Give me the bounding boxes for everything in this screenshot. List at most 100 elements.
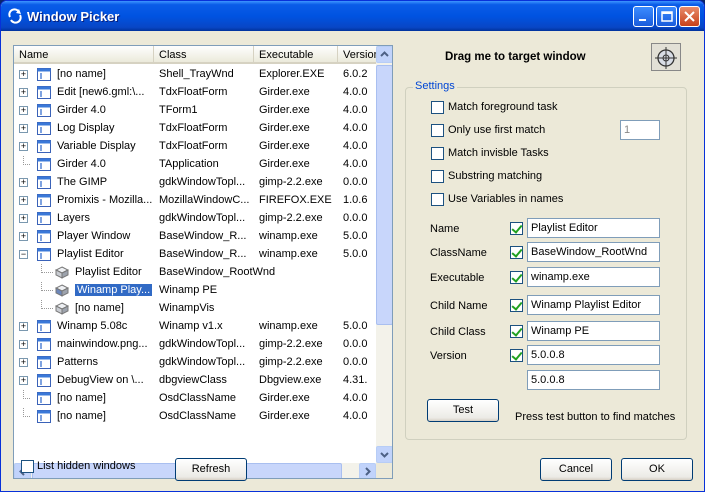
- name-input[interactable]: Playlist Editor: [527, 218, 660, 238]
- list-item[interactable]: + Variable Display TdxFloatForm Girder.exe 4…: [14, 138, 376, 156]
- list-item[interactable]: + Player Window BaseWindow_R... winamp.exe 5…: [14, 228, 376, 246]
- scroll-down-button[interactable]: [376, 446, 392, 463]
- classname-field-label: ClassName: [430, 247, 487, 259]
- list-item[interactable]: Girder 4.0 TApplication Girder.exe 4.0.0: [14, 156, 376, 174]
- version-from-input[interactable]: 5.0.0.8: [527, 345, 660, 365]
- window-icon: [37, 248, 51, 261]
- close-button[interactable]: [679, 6, 700, 27]
- executable-checkbox[interactable]: [510, 271, 523, 284]
- row-class: WinampVis: [159, 302, 215, 314]
- vertical-scrollbar[interactable]: [376, 46, 392, 463]
- cube-selected-icon: [55, 284, 69, 297]
- child-class-input[interactable]: Winamp PE: [527, 321, 660, 341]
- list-item[interactable]: [no name] OsdClassName Girder.exe 4.0.0: [14, 408, 376, 426]
- row-version: 0.0.0: [343, 176, 368, 188]
- first-match-checkbox[interactable]: [431, 124, 444, 137]
- list-item[interactable]: + The GIMP gdkWindowTopl... gimp-2.2.exe 0.0…: [14, 174, 376, 192]
- row-class: gdkWindowTopl...: [159, 212, 246, 224]
- list-item[interactable]: Playlist Editor BaseWindow_RootWnd: [14, 264, 376, 282]
- child-name-checkbox[interactable]: [510, 299, 523, 312]
- expand-icon[interactable]: +: [19, 196, 28, 205]
- expand-icon[interactable]: +: [19, 358, 28, 367]
- expand-icon[interactable]: +: [19, 322, 28, 331]
- minimize-button[interactable]: [633, 6, 654, 27]
- tree-line: [41, 282, 53, 291]
- refresh-button[interactable]: Refresh: [175, 458, 247, 481]
- row-name: Playlist Editor: [57, 248, 124, 260]
- expand-icon[interactable]: +: [19, 178, 28, 187]
- list-item[interactable]: + Promixis - Mozilla... MozillaWindowC... F…: [14, 192, 376, 210]
- version-to-input[interactable]: 5.0.0.8: [527, 370, 660, 390]
- list-item[interactable]: − Playlist Editor BaseWindow_R... winamp.ex…: [14, 246, 376, 264]
- arrow-up-icon: [380, 51, 389, 57]
- column-name[interactable]: Name: [14, 46, 154, 64]
- test-button[interactable]: Test: [427, 399, 499, 422]
- row-version: 0.0.0: [343, 212, 368, 224]
- list-item[interactable]: + Layers gdkWindowTopl... gimp-2.2.exe 0.0.0: [14, 210, 376, 228]
- scroll-up-button[interactable]: [376, 46, 392, 63]
- expand-icon[interactable]: +: [19, 214, 28, 223]
- expand-icon[interactable]: +: [19, 232, 28, 241]
- row-class: TApplication: [159, 158, 219, 170]
- classname-checkbox[interactable]: [510, 246, 523, 259]
- test-hint: Press test button to find matches: [515, 411, 676, 423]
- column-class[interactable]: Class: [154, 46, 254, 64]
- child-name-input[interactable]: Winamp Playlist Editor: [527, 295, 660, 315]
- executable-input[interactable]: winamp.exe: [527, 267, 660, 287]
- row-class: TdxFloatForm: [159, 140, 228, 152]
- list-item[interactable]: + Edit [new6.gml:\... TdxFloatForm Girder.e…: [14, 84, 376, 102]
- classname-input[interactable]: BaseWindow_RootWnd: [527, 242, 660, 262]
- list-hidden-checkbox[interactable]: [21, 460, 34, 473]
- scroll-thumb[interactable]: [376, 65, 392, 325]
- collapse-icon[interactable]: −: [19, 250, 28, 259]
- row-executable: Girder.exe: [259, 140, 310, 152]
- list-item[interactable]: Winamp Play... Winamp PE: [14, 282, 376, 300]
- scroll-right-button[interactable]: [359, 463, 376, 478]
- row-executable: gimp-2.2.exe: [259, 212, 323, 224]
- expand-icon[interactable]: +: [19, 106, 28, 115]
- row-version: 6.0.2: [343, 68, 368, 80]
- substring-matching-checkbox[interactable]: [431, 170, 444, 183]
- column-executable[interactable]: Executable: [254, 46, 338, 64]
- match-foreground-checkbox[interactable]: [431, 101, 444, 114]
- name-checkbox[interactable]: [510, 222, 523, 235]
- child-class-checkbox[interactable]: [510, 325, 523, 338]
- title-bar[interactable]: Window Picker: [1, 1, 704, 31]
- list-item[interactable]: + [no name] Shell_TrayWnd Explorer.EXE 6.0.2: [14, 66, 376, 84]
- row-name: Playlist Editor: [75, 266, 142, 278]
- expand-icon[interactable]: +: [19, 142, 28, 151]
- expand-icon[interactable]: +: [19, 340, 28, 349]
- first-match-input[interactable]: 1: [620, 120, 660, 140]
- expand-icon[interactable]: +: [19, 124, 28, 133]
- row-name: Variable Display: [57, 140, 136, 152]
- version-checkbox[interactable]: [510, 349, 523, 362]
- cancel-button[interactable]: Cancel: [540, 458, 612, 481]
- list-item[interactable]: + Log Display TdxFloatForm Girder.exe 4.0.0: [14, 120, 376, 138]
- use-variables-checkbox[interactable]: [431, 193, 444, 206]
- list-item[interactable]: [no name] WinampVis: [14, 300, 376, 318]
- match-invisible-checkbox[interactable]: [431, 147, 444, 160]
- row-executable: gimp-2.2.exe: [259, 356, 323, 368]
- maximize-button[interactable]: [656, 6, 677, 27]
- expand-icon[interactable]: +: [19, 376, 28, 385]
- row-class: gdkWindowTopl...: [159, 338, 246, 350]
- expand-icon[interactable]: +: [19, 88, 28, 97]
- list-item[interactable]: [no name] OsdClassName Girder.exe 4.0.0: [14, 390, 376, 408]
- drag-target-handle[interactable]: [651, 43, 681, 71]
- row-executable: Girder.exe: [259, 158, 310, 170]
- list-item[interactable]: + Patterns gdkWindowTopl... gimp-2.2.exe 0.0…: [14, 354, 376, 372]
- row-name: Edit [new6.gml:\...: [57, 86, 145, 98]
- dialog-client-area: Name Class Executable Version + [no name]…: [5, 31, 702, 489]
- row-version: 4.31.: [343, 374, 368, 386]
- row-version: 4.0.0: [343, 410, 368, 422]
- row-version: 0.0.0: [343, 338, 368, 350]
- row-class: OsdClassName: [159, 392, 237, 404]
- list-item[interactable]: + DebugView on \... dbgviewClass Dbgview.ex…: [14, 372, 376, 390]
- ok-button[interactable]: OK: [621, 458, 693, 481]
- match-invisible-label: Match invisble Tasks: [448, 147, 549, 159]
- list-item[interactable]: + mainwindow.png... gdkWindowTopl... gimp-2…: [14, 336, 376, 354]
- expand-icon[interactable]: +: [19, 70, 28, 79]
- list-item[interactable]: + Winamp 5.08c Winamp v1.x winamp.exe 5.0.0: [14, 318, 376, 336]
- list-item[interactable]: + Girder 4.0 TForm1 Girder.exe 4.0.0: [14, 102, 376, 120]
- window-list[interactable]: Name Class Executable Version + [no name]…: [13, 45, 393, 479]
